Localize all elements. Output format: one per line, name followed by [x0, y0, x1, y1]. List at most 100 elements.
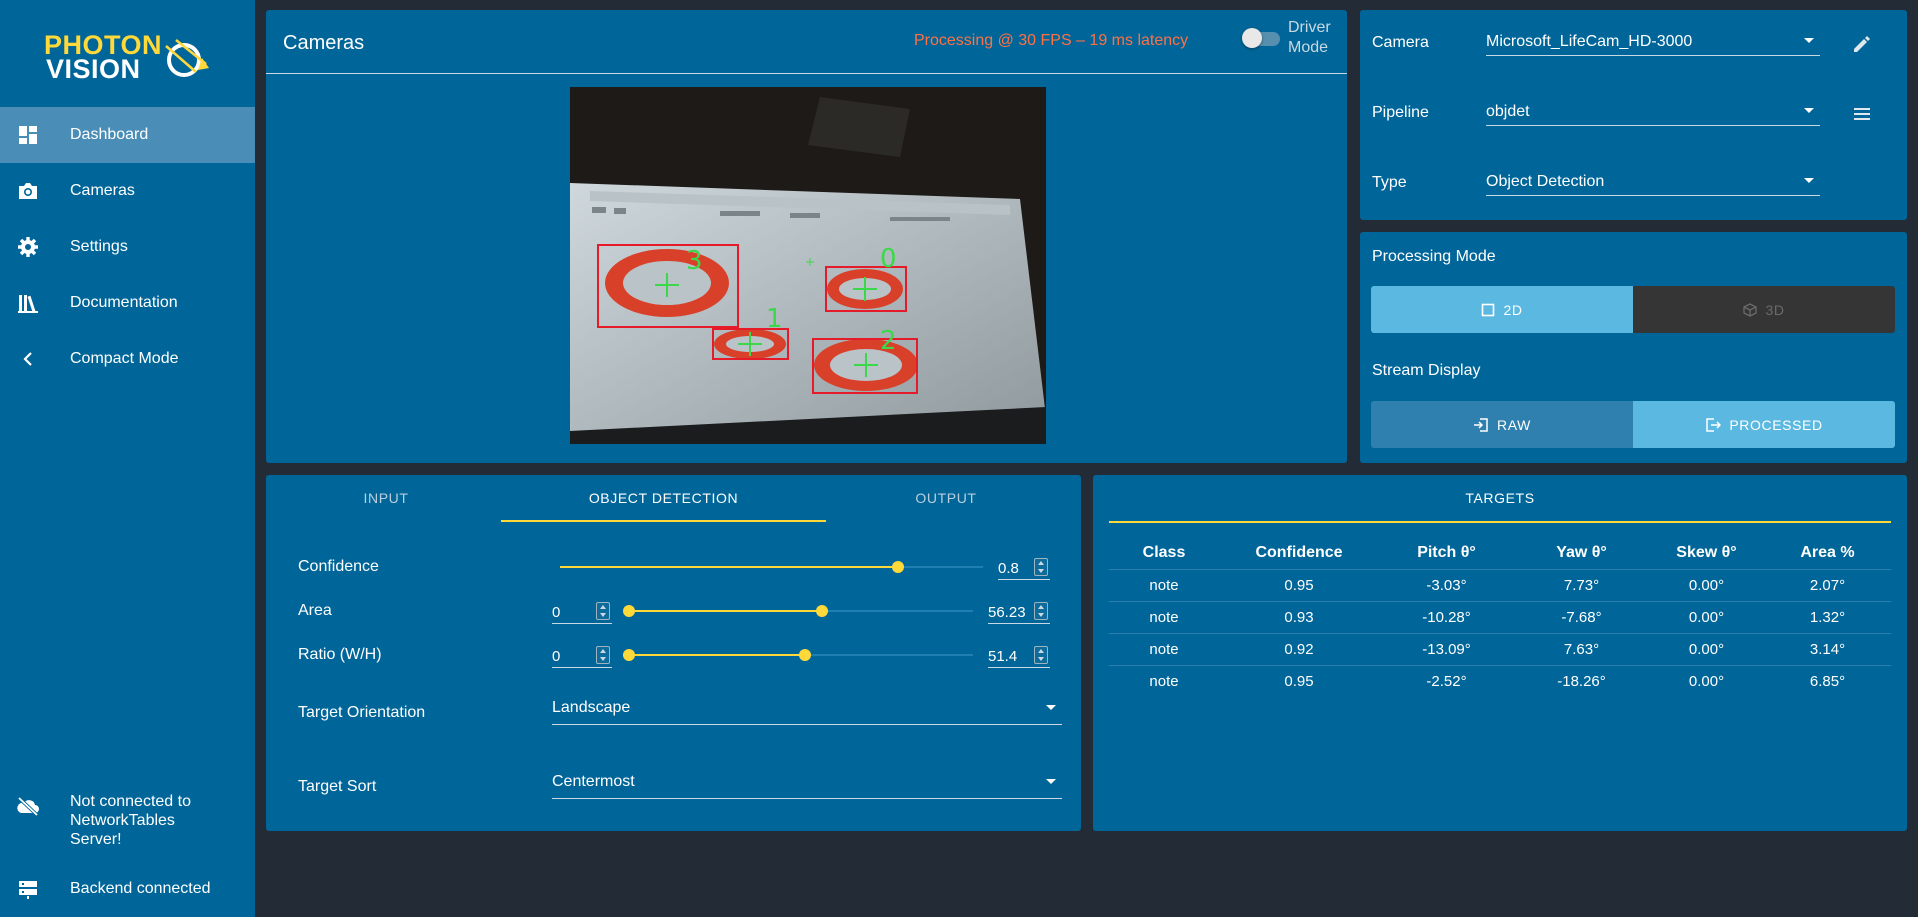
confidence-value: 0.8 [998, 560, 1019, 577]
table-row: note 0.93 -10.28° -7.68° 0.00° 1.32° [1109, 600, 1891, 633]
sidebar-item-settings[interactable]: Settings [0, 219, 255, 275]
area-max-input[interactable]: 56.23 [988, 598, 1050, 624]
chevron-down-icon [1046, 705, 1056, 710]
confidence-stepper[interactable] [1034, 558, 1048, 576]
sidebar-item-label: Compact Mode [70, 350, 179, 367]
cameras-card-header: Cameras Processing @ 30 FPS – 19 ms late… [266, 10, 1347, 74]
confidence-input[interactable]: 0.8 [998, 554, 1050, 580]
area-slider-max-handle[interactable] [816, 605, 828, 617]
mode-2d-button[interactable]: 2D [1371, 286, 1633, 333]
target-sort-label: Target Sort [298, 778, 377, 795]
target-sort-select[interactable]: Centermost [552, 763, 1062, 799]
processing-mode-card: Processing Mode 2D 3D Stream Display RAW… [1360, 232, 1907, 463]
stream-display-label: Stream Display [1372, 362, 1481, 379]
edit-camera-name-button[interactable] [1850, 32, 1874, 56]
ratio-max-stepper[interactable] [1034, 646, 1048, 664]
cameras-card-title: Cameras [283, 32, 365, 54]
column-header-skew: Skew θ° [1676, 543, 1737, 561]
driver-mode-label: Driver Mode [1288, 19, 1331, 56]
column-header-confidence: Confidence [1255, 543, 1343, 561]
backend-status-text: Backend connected [70, 880, 211, 897]
pipeline-select-label: Pipeline [1372, 104, 1429, 121]
sidebar-item-label: Documentation [70, 294, 178, 311]
table-cell: 0.95 [1219, 664, 1379, 697]
server-icon [0, 879, 70, 899]
processing-mode-toggle: 2D 3D [1371, 286, 1895, 333]
table-cell: -10.28° [1379, 600, 1514, 633]
square-icon [1482, 303, 1495, 316]
ratio-slider-min-handle[interactable] [623, 649, 635, 661]
tab-object-detection[interactable]: OBJECT DETECTION [501, 490, 826, 506]
camera-select-label: Camera [1372, 34, 1429, 51]
table-cell: note [1109, 632, 1219, 665]
table-cell: note [1109, 568, 1219, 601]
camera-select[interactable]: Microsoft_LifeCam_HD-3000 [1486, 20, 1820, 56]
area-range-slider[interactable] [623, 603, 973, 619]
area-max-stepper[interactable] [1034, 602, 1048, 620]
pipeline-type-select[interactable]: Object Detection [1486, 160, 1820, 196]
backend-status: Backend connected [0, 879, 255, 899]
table-cell: 3.14° [1764, 632, 1891, 665]
table-cell: 0.00° [1649, 632, 1764, 665]
table-row: note 0.92 -13.09° 7.63° 0.00° 3.14° [1109, 632, 1891, 665]
mode-2d-label: 2D [1503, 301, 1523, 318]
processed-stream-button[interactable]: PROCESSED [1633, 401, 1895, 448]
chevron-down-icon [1046, 779, 1056, 784]
mode-3d-button[interactable]: 3D [1633, 286, 1895, 333]
ratio-max-input[interactable]: 51.4 [988, 642, 1050, 668]
confidence-slider-fill [560, 566, 899, 568]
driver-mode-switch[interactable] [1242, 28, 1280, 48]
table-cell: 2.07° [1764, 568, 1891, 601]
logo-mark-icon [165, 39, 209, 77]
sidebar-item-cameras[interactable]: Cameras [0, 163, 255, 219]
menu-icon [1854, 108, 1870, 120]
table-cell: 1.32° [1764, 600, 1891, 633]
dashboard-icon [0, 125, 70, 145]
type-select-label: Type [1372, 174, 1407, 191]
pipeline-type-select-value: Object Detection [1486, 173, 1605, 190]
table-cell: 0.93 [1219, 600, 1379, 633]
sidebar-item-compact-mode[interactable]: Compact Mode [0, 331, 255, 387]
confidence-slider-handle[interactable] [892, 561, 905, 573]
table-cell: 0.00° [1649, 568, 1764, 601]
ratio-slider-max-handle[interactable] [799, 649, 811, 661]
ratio-min-stepper[interactable] [596, 646, 610, 664]
confidence-slider[interactable] [560, 559, 983, 575]
table-cell: 0.00° [1649, 664, 1764, 697]
driver-mode-switch-thumb [1242, 28, 1262, 48]
processed-stream-label: PROCESSED [1729, 416, 1823, 433]
detection-label: 1 [766, 304, 783, 334]
table-cell: -7.68° [1514, 600, 1649, 633]
tab-input[interactable]: INPUT [326, 490, 446, 506]
ratio-range-slider[interactable] [623, 647, 973, 663]
targets-table: Class Confidence Pitch θ° Yaw θ° Skew θ°… [1109, 537, 1891, 697]
pipeline-select[interactable]: objdet [1486, 90, 1820, 126]
area-min-stepper[interactable] [596, 602, 610, 620]
column-header-area: Area % [1800, 543, 1855, 561]
pipeline-select-value: objdet [1486, 103, 1530, 120]
processing-mode-label: Processing Mode [1372, 248, 1496, 265]
table-cell: 7.73° [1514, 568, 1649, 601]
processed-camera-stream[interactable]: 3 0 1 2 [570, 87, 1046, 444]
login-icon [1474, 417, 1488, 432]
area-slider-min-handle[interactable] [623, 605, 635, 617]
raw-stream-button[interactable]: RAW [1371, 401, 1633, 448]
type-selector-row: Type Object Detection [1360, 150, 1907, 198]
table-row: note 0.95 -3.03° 7.73° 0.00° 2.07° [1109, 568, 1891, 601]
raw-stream-label: RAW [1497, 416, 1531, 433]
target-orientation-select[interactable]: Landscape [552, 689, 1062, 725]
ratio-label: Ratio (W/H) [298, 646, 382, 663]
area-min-input[interactable]: 0 [552, 598, 612, 624]
logo-text-vision: VISION [46, 54, 141, 84]
table-cell: 6.85° [1764, 664, 1891, 697]
pipeline-menu-button[interactable] [1850, 102, 1874, 126]
sidebar-item-dashboard[interactable]: Dashboard [0, 107, 255, 163]
ratio-min-input[interactable]: 0 [552, 642, 612, 668]
table-cell: 0.00° [1649, 600, 1764, 633]
column-header-pitch: Pitch θ° [1417, 543, 1476, 561]
table-cell: 0.92 [1219, 632, 1379, 665]
sidebar-item-documentation[interactable]: Documentation [0, 275, 255, 331]
ratio-max-value: 51.4 [988, 648, 1018, 665]
tab-output[interactable]: OUTPUT [886, 490, 1006, 506]
table-cell: -3.03° [1379, 568, 1514, 601]
